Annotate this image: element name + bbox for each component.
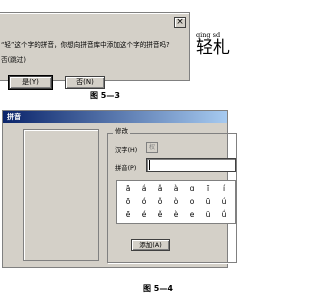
tone-letter-button[interactable]: ú bbox=[217, 197, 231, 207]
tone-letter-button[interactable]: ǒ bbox=[153, 197, 167, 207]
tone-letter-button[interactable]: à bbox=[169, 184, 183, 194]
tone-letter-button[interactable]: ī bbox=[201, 184, 215, 194]
yes-button[interactable]: 是(Y) bbox=[8, 75, 53, 90]
tone-letter-button[interactable]: ō bbox=[121, 197, 135, 207]
no-button[interactable]: 否(N) bbox=[65, 76, 105, 89]
close-icon[interactable]: × bbox=[174, 17, 186, 28]
tone-letter-grid: āáǎàɑīí ōóǒòoūú ēéěèeüǘ bbox=[116, 180, 236, 224]
tone-letter-button[interactable]: è bbox=[169, 210, 183, 220]
skip-option-text: 否(跳过) bbox=[1, 56, 26, 64]
confirm-dialog: × “轻”这个字的拼音，你想向拼音库中添加这个字的拼音吗? 否(跳过) 是(Y)… bbox=[0, 12, 190, 90]
figure-caption-5-3: 图 5—3 bbox=[90, 91, 120, 100]
tone-letter-button[interactable]: ǎ bbox=[153, 184, 167, 194]
figure-caption-5-4: 图 5—4 bbox=[143, 284, 173, 293]
tone-letter-button[interactable]: ɑ bbox=[185, 184, 199, 194]
hanzi-field: 权 bbox=[146, 142, 158, 153]
word-list-panel[interactable] bbox=[23, 129, 99, 261]
tone-letter-button[interactable]: ó bbox=[137, 197, 151, 207]
dialog-message: “轻”这个字的拼音，你想向拼音库中添加这个字的拼音吗? bbox=[1, 41, 170, 49]
pinyin-dialog: 拼音 修改 汉字(H) 权 拼音(P) āáǎàɑīí ōóǒòoūú ēéěèeü… bbox=[2, 110, 237, 268]
tone-letter-button[interactable]: o bbox=[185, 197, 199, 207]
tone-letter-button[interactable]: ü bbox=[201, 210, 215, 220]
dialog-title: 拼音 bbox=[3, 111, 227, 123]
modify-group-label: 修改 bbox=[113, 127, 130, 136]
tone-letter-button[interactable]: ē bbox=[121, 210, 135, 220]
hanzi-label: 汉字(H) bbox=[115, 147, 138, 154]
tone-letter-button[interactable]: á bbox=[137, 184, 151, 194]
tone-letter-button[interactable]: é bbox=[137, 210, 151, 220]
tone-letter-button[interactable]: ā bbox=[121, 184, 135, 194]
tone-letter-button[interactable]: ǘ bbox=[217, 210, 231, 220]
add-button[interactable]: 添加(A) bbox=[131, 239, 170, 251]
tone-letter-button[interactable]: e bbox=[185, 210, 199, 220]
text-caret bbox=[149, 160, 150, 170]
tone-letter-button[interactable]: í bbox=[217, 184, 231, 194]
pinyin-input[interactable] bbox=[146, 158, 236, 172]
tone-letter-button[interactable]: ò bbox=[169, 197, 183, 207]
tone-letter-button[interactable]: ū bbox=[201, 197, 215, 207]
tone-letter-button[interactable]: ě bbox=[153, 210, 167, 220]
side-char-text: 轻札 bbox=[196, 38, 230, 58]
pinyin-label: 拼音(P) bbox=[115, 165, 137, 172]
